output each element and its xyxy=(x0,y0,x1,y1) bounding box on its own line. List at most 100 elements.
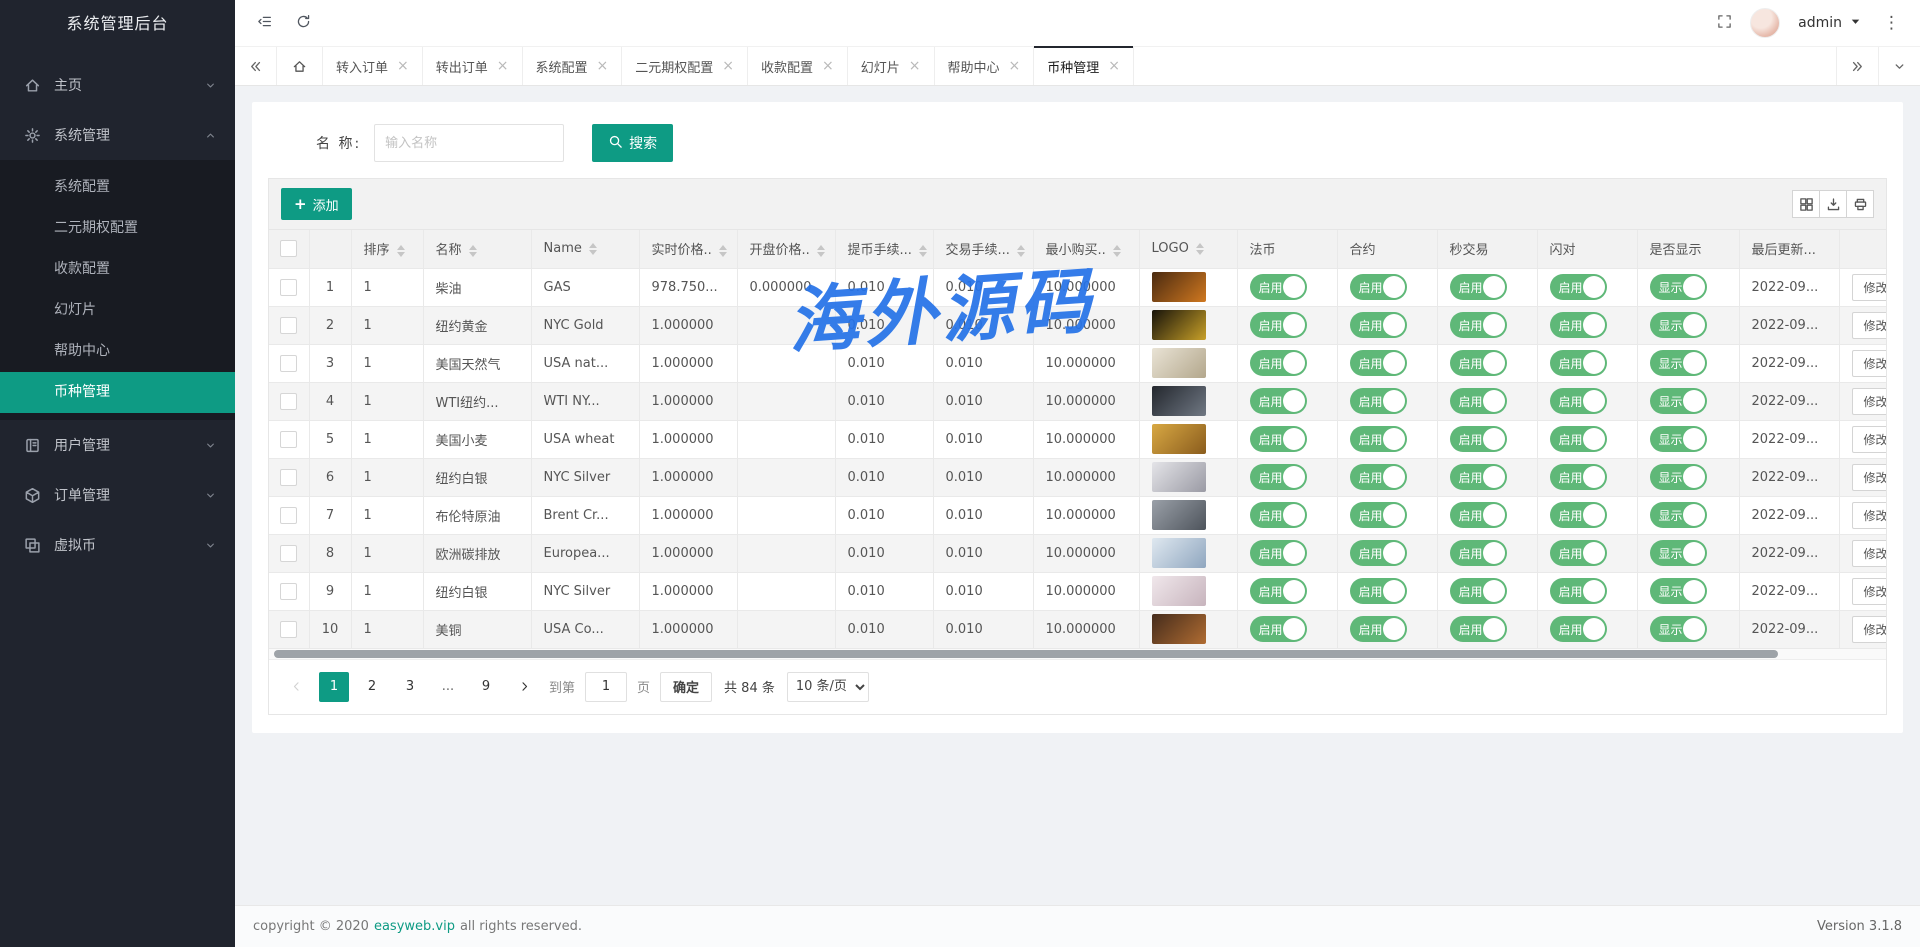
tab-system-config[interactable]: 系统配置× xyxy=(523,47,623,85)
flash_swap-toggle[interactable]: 启用 xyxy=(1550,426,1607,452)
sort-icon[interactable] xyxy=(719,245,727,257)
tab-payment-config[interactable]: 收款配置× xyxy=(748,47,848,85)
row-checkbox[interactable] xyxy=(280,545,297,562)
flash_swap-toggle[interactable]: 启用 xyxy=(1550,388,1607,414)
visible-toggle[interactable]: 显示 xyxy=(1650,540,1707,566)
select-all-checkbox[interactable] xyxy=(280,240,297,257)
flash_swap-toggle[interactable]: 启用 xyxy=(1550,578,1607,604)
sort-icon[interactable] xyxy=(1017,245,1025,257)
contract-toggle[interactable]: 启用 xyxy=(1350,540,1407,566)
flash_swap-toggle[interactable]: 启用 xyxy=(1550,350,1607,376)
next-page-button[interactable] xyxy=(509,672,539,702)
tab-slideshow[interactable]: 幻灯片× xyxy=(848,47,935,85)
col-header-price[interactable]: 实时价格.. xyxy=(639,230,737,268)
row-checkbox[interactable] xyxy=(280,583,297,600)
edit-button[interactable]: 修改 xyxy=(1852,312,1887,339)
contract-toggle[interactable]: 启用 xyxy=(1350,350,1407,376)
second_trade-toggle[interactable]: 启用 xyxy=(1450,616,1507,642)
fiat-toggle[interactable]: 启用 xyxy=(1250,426,1307,452)
page-button-3[interactable]: 3 xyxy=(395,672,425,702)
visible-toggle[interactable]: 显示 xyxy=(1650,350,1707,376)
tab-home[interactable] xyxy=(277,47,323,85)
sort-icon[interactable] xyxy=(469,245,477,257)
tabs-scroll-right-button[interactable] xyxy=(1836,47,1878,85)
second_trade-toggle[interactable]: 启用 xyxy=(1450,540,1507,566)
fiat-toggle[interactable]: 启用 xyxy=(1250,540,1307,566)
second_trade-toggle[interactable]: 启用 xyxy=(1450,388,1507,414)
contract-toggle[interactable]: 启用 xyxy=(1350,312,1407,338)
visible-toggle[interactable]: 显示 xyxy=(1650,388,1707,414)
col-header-sort[interactable]: 排序 xyxy=(351,230,423,268)
tab-close-icon[interactable]: × xyxy=(497,59,509,73)
sidebar-item-payment-config[interactable]: 收款配置 xyxy=(0,249,235,290)
sidebar-item-system-management[interactable]: 系统管理 xyxy=(0,110,235,160)
page-button-2[interactable]: 2 xyxy=(357,672,387,702)
page-button-9[interactable]: 9 xyxy=(471,672,501,702)
tab-close-icon[interactable]: × xyxy=(1009,59,1021,73)
edit-button[interactable]: 修改 xyxy=(1852,540,1887,567)
tabs-scroll-left-button[interactable] xyxy=(235,47,277,85)
visible-toggle[interactable]: 显示 xyxy=(1650,464,1707,490)
print-button[interactable] xyxy=(1846,190,1874,218)
contract-toggle[interactable]: 启用 xyxy=(1350,464,1407,490)
edit-button[interactable]: 修改 xyxy=(1852,578,1887,605)
sort-icon[interactable] xyxy=(919,245,927,257)
sidebar-item-currency-management[interactable]: 币种管理 xyxy=(0,372,235,413)
col-header-name_en[interactable]: Name xyxy=(531,230,639,268)
edit-button[interactable]: 修改 xyxy=(1852,274,1887,301)
contract-toggle[interactable]: 启用 xyxy=(1350,426,1407,452)
flash_swap-toggle[interactable]: 启用 xyxy=(1550,312,1607,338)
flash_swap-toggle[interactable]: 启用 xyxy=(1550,540,1607,566)
fiat-toggle[interactable]: 启用 xyxy=(1250,578,1307,604)
export-button[interactable] xyxy=(1819,190,1847,218)
sort-icon[interactable] xyxy=(589,243,597,255)
tab-close-icon[interactable]: × xyxy=(822,59,834,73)
flash_swap-toggle[interactable]: 启用 xyxy=(1550,464,1607,490)
user-menu[interactable]: admin xyxy=(1798,14,1863,33)
flash_swap-toggle[interactable]: 启用 xyxy=(1550,616,1607,642)
prev-page-button[interactable] xyxy=(281,672,311,702)
col-header-logo[interactable]: LOGO xyxy=(1139,230,1237,268)
row-checkbox[interactable] xyxy=(280,317,297,334)
sidebar-item-help-center[interactable]: 帮助中心 xyxy=(0,331,235,372)
row-checkbox[interactable] xyxy=(280,355,297,372)
visible-toggle[interactable]: 显示 xyxy=(1650,502,1707,528)
col-header-min_buy[interactable]: 最小购买.. xyxy=(1033,230,1139,268)
tab-transfer-in-orders[interactable]: 转入订单× xyxy=(323,47,423,85)
edit-button[interactable]: 修改 xyxy=(1852,350,1887,377)
footer-link[interactable]: easyweb.vip xyxy=(374,919,455,934)
tab-binary-option-config[interactable]: 二元期权配置× xyxy=(622,47,748,85)
tab-close-icon[interactable]: × xyxy=(1108,59,1120,73)
second_trade-toggle[interactable]: 启用 xyxy=(1450,426,1507,452)
sort-icon[interactable] xyxy=(1196,243,1204,255)
scrollbar-thumb[interactable] xyxy=(274,650,1778,658)
edit-button[interactable]: 修改 xyxy=(1852,388,1887,415)
sidebar-item-virtual-currency[interactable]: 虚拟币 xyxy=(0,520,235,570)
sidebar-item-order-management[interactable]: 订单管理 xyxy=(0,470,235,520)
flash_swap-toggle[interactable]: 启用 xyxy=(1550,274,1607,300)
edit-button[interactable]: 修改 xyxy=(1852,464,1887,491)
fiat-toggle[interactable]: 启用 xyxy=(1250,388,1307,414)
more-menu-button[interactable]: ⋮ xyxy=(1881,13,1902,33)
fiat-toggle[interactable]: 启用 xyxy=(1250,502,1307,528)
tab-close-icon[interactable]: × xyxy=(722,59,734,73)
tabs-menu-button[interactable] xyxy=(1878,47,1920,85)
edit-button[interactable]: 修改 xyxy=(1852,502,1887,529)
visible-toggle[interactable]: 显示 xyxy=(1650,274,1707,300)
row-checkbox[interactable] xyxy=(280,279,297,296)
visible-toggle[interactable]: 显示 xyxy=(1650,312,1707,338)
search-input[interactable] xyxy=(374,124,564,162)
avatar[interactable] xyxy=(1750,8,1780,38)
tab-close-icon[interactable]: × xyxy=(397,59,409,73)
contract-toggle[interactable]: 启用 xyxy=(1350,274,1407,300)
page-size-select[interactable]: 10 条/页 xyxy=(787,672,869,702)
tab-transfer-out-orders[interactable]: 转出订单× xyxy=(423,47,523,85)
second_trade-toggle[interactable]: 启用 xyxy=(1450,274,1507,300)
sidebar-item-system-config[interactable]: 系统配置 xyxy=(0,167,235,208)
fiat-toggle[interactable]: 启用 xyxy=(1250,616,1307,642)
col-header-name_cn[interactable]: 名称 xyxy=(423,230,531,268)
second_trade-toggle[interactable]: 启用 xyxy=(1450,502,1507,528)
page-button-1[interactable]: 1 xyxy=(319,672,349,702)
fullscreen-button[interactable] xyxy=(1717,14,1732,33)
row-checkbox[interactable] xyxy=(280,469,297,486)
